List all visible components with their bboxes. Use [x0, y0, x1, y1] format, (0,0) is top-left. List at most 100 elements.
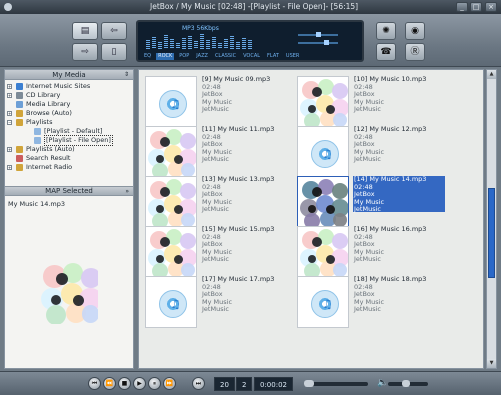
- volume-knob[interactable]: [402, 380, 410, 387]
- album-art: [145, 226, 197, 278]
- track-meta: [17] My Music 17.mp3 02:48 JetBox My Music J…: [201, 275, 293, 313]
- title-bar[interactable]: JetBox / My Music [02:48] -[Playlist - F…: [0, 0, 501, 14]
- track-tile[interactable]: [13] My Music 13.mp3 02:48 JetBox My Music J…: [145, 175, 295, 228]
- selected-album-art: [38, 260, 98, 324]
- player-bar: ⏮ ⏪ ■ ▶ ⏸ ⏩ ⏭ 20 2 0:00:02 🔈: [0, 371, 501, 395]
- album-art: ♫: [145, 76, 197, 128]
- speaker-icon[interactable]: 🔈: [377, 378, 388, 388]
- preset-flat[interactable]: FLAT: [265, 53, 281, 60]
- tree-node-label: Playlists: [26, 118, 53, 126]
- preset-vocal[interactable]: VOCAL: [241, 53, 262, 60]
- track-tile[interactable]: [14] My Music 14.mp3 02:48 JetBox My Music J…: [297, 175, 447, 228]
- current-track: 2: [236, 377, 253, 391]
- track-genre: JetMusic: [354, 305, 381, 313]
- track-genre: JetMusic: [202, 305, 229, 313]
- elapsed-time: 0:00:02: [254, 377, 293, 391]
- rating-button[interactable]: Ⓡ: [405, 43, 425, 61]
- stop-button[interactable]: ■: [118, 377, 131, 390]
- track-tile[interactable]: [15] My Music 15.mp3 02:48 JetBox My Music J…: [145, 225, 295, 278]
- balance-slider[interactable]: [298, 32, 338, 37]
- prev-track-button[interactable]: ⏮: [88, 377, 101, 390]
- tree-node[interactable]: + CD Library: [7, 91, 133, 100]
- spectrum-bars: [146, 33, 256, 49]
- selected-header-label: Selected: [62, 187, 93, 195]
- album-art: [145, 176, 197, 228]
- seek-slider[interactable]: [304, 380, 368, 387]
- track-meta: [9] My Music 09.mp3 02:48 JetBox My Music Je…: [201, 75, 293, 112]
- chevron-right-icon[interactable]: »: [125, 187, 129, 196]
- view-browse-button[interactable]: ⇦: [101, 22, 127, 40]
- tree-node-label: Media Library: [26, 100, 71, 108]
- next-track-button[interactable]: ⏭: [192, 377, 205, 390]
- preset-pop[interactable]: POP: [177, 53, 191, 60]
- eq-slider[interactable]: [298, 40, 338, 45]
- forward-icon: ⇨: [81, 47, 89, 57]
- expand-icon[interactable]: +: [7, 93, 12, 98]
- eq-label: EQ: [144, 53, 152, 59]
- tree-node-label: Search Result: [26, 154, 71, 162]
- tree-node[interactable]: + Playlists (Auto): [7, 145, 133, 154]
- scroll-down-icon[interactable]: ▼: [487, 359, 496, 368]
- tree-node-icon: [16, 119, 23, 126]
- pause-button[interactable]: ⏸: [148, 377, 161, 390]
- media-header[interactable]: My Media ⇕: [5, 70, 133, 80]
- track-meta: [12] My Music 12.mp3 02:48 JetBox My Music J…: [353, 125, 445, 162]
- toolbar: ▤ ⇦ ⇨ ▯ MP3 56Kbps EQ ROCK POP JAZZ CLAS…: [0, 14, 501, 67]
- expand-icon[interactable]: +: [7, 147, 12, 152]
- maximize-button[interactable]: □: [470, 2, 482, 12]
- fast-forward-button[interactable]: ⏩: [163, 377, 176, 390]
- track-tile[interactable]: ♫ [9] My Music 09.mp3 02:48 JetBox My Music J…: [145, 75, 295, 128]
- tree-node[interactable]: Media Library: [7, 100, 133, 109]
- music-disc-icon: ♫: [159, 90, 187, 118]
- seek-knob[interactable]: [304, 380, 314, 387]
- view-library-button[interactable]: ⇨: [72, 43, 98, 61]
- expand-icon[interactable]: +: [7, 84, 12, 89]
- track-tile[interactable]: [10] My Music 10.mp3 02:48 JetBox My Music J…: [297, 75, 447, 128]
- preset-user[interactable]: USER: [284, 53, 301, 60]
- preset-jazz[interactable]: JAZZ: [194, 53, 210, 60]
- close-button[interactable]: ×: [485, 2, 497, 12]
- tree-node[interactable]: + Internet Radio: [7, 163, 133, 172]
- volume-slider[interactable]: [388, 380, 428, 387]
- tree-node-label: Playlists (Auto): [26, 145, 75, 153]
- track-tile[interactable]: ♫ [12] My Music 12.mp3 02:48 JetBox My Music…: [297, 125, 447, 178]
- preset-rock[interactable]: ROCK: [156, 53, 175, 60]
- phone-icon: ☎: [380, 47, 392, 57]
- tree-node[interactable]: − Playlists: [7, 118, 133, 127]
- scroll-up-icon[interactable]: ▲: [487, 70, 496, 79]
- collapse-icon[interactable]: −: [7, 120, 12, 125]
- tree-node[interactable]: + Internet Music Sites: [7, 82, 133, 91]
- tree-node[interactable]: [Playlist - File Open]: [7, 135, 133, 146]
- map-icon: MAP: [45, 187, 61, 195]
- rewind-button[interactable]: ⏪: [103, 377, 116, 390]
- track-tile[interactable]: ♫ [18] My Music 18.mp3 02:48 JetBox My Music…: [297, 275, 447, 328]
- tree-node-label: Internet Radio: [26, 163, 73, 171]
- track-tile[interactable]: [11] My Music 11.mp3 02:48 JetBox My Music J…: [145, 125, 295, 178]
- preset-classic[interactable]: CLASSIC: [213, 53, 238, 60]
- selected-header[interactable]: MAP Selected »: [5, 186, 133, 196]
- track-tile[interactable]: [16] My Music 16.mp3 02:48 JetBox My Music J…: [297, 225, 447, 278]
- track-genre: JetMusic: [354, 205, 381, 213]
- vertical-scrollbar[interactable]: ▲ ▼: [486, 69, 497, 369]
- tree-node-icon: [34, 137, 41, 144]
- album-art: [297, 76, 349, 128]
- tree-node[interactable]: + Browse (Auto): [7, 109, 133, 118]
- track-meta: [13] My Music 13.mp3 02:48 JetBox My Music J…: [201, 175, 293, 212]
- media-tree: + Internet Music Sites + CD Library Media Li…: [5, 80, 133, 186]
- minimize-button[interactable]: _: [456, 2, 468, 12]
- track-tile[interactable]: ♫ [17] My Music 17.mp3 02:48 JetBox My Music…: [145, 275, 295, 328]
- phone-button[interactable]: ☎: [376, 43, 396, 61]
- lcd-bitrate: MP3 56Kbps: [182, 25, 219, 32]
- scroll-thumb[interactable]: [488, 188, 495, 278]
- settings-button[interactable]: ✺: [376, 22, 396, 40]
- tree-node-icon: [34, 128, 41, 135]
- tree-node[interactable]: Search Result: [7, 154, 133, 163]
- play-button[interactable]: ▶: [133, 377, 146, 390]
- chevron-updown-icon[interactable]: ⇕: [124, 70, 129, 80]
- record-button[interactable]: ◉: [405, 22, 425, 40]
- view-device-button[interactable]: ▯: [101, 43, 127, 61]
- expand-icon[interactable]: +: [7, 165, 12, 170]
- expand-icon[interactable]: +: [7, 111, 12, 116]
- view-playlist-button[interactable]: ▤: [72, 22, 98, 40]
- album-art: ♫: [297, 276, 349, 328]
